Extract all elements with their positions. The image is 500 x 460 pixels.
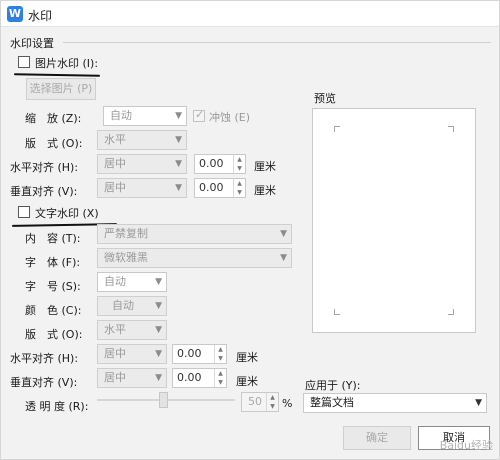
watermark-overlay: Baidu经验 xyxy=(439,439,493,452)
transparency-unit: % xyxy=(282,397,293,410)
pen-underline-1 xyxy=(13,73,101,77)
picture-halign-label: 水平对齐 (H): xyxy=(10,161,79,174)
text-halign-label: 水平对齐 (H): xyxy=(10,352,79,365)
wps-app-icon: W xyxy=(7,6,23,22)
picture-watermark-checkbox[interactable] xyxy=(18,56,30,68)
chevron-down-icon: ▼ xyxy=(155,373,162,383)
color-select[interactable]: 自动 ▼ xyxy=(97,296,167,316)
picture-valign-unit: 厘米 xyxy=(254,184,276,197)
spinner-arrows-icon[interactable]: ▲ ▼ xyxy=(266,393,278,411)
chevron-down-icon: ▼ xyxy=(155,349,162,359)
text-layout-label: 版 式 (O): xyxy=(25,328,83,341)
picture-valign-offset-value: 0.00 xyxy=(199,181,224,194)
text-layout-value: 水平 xyxy=(104,323,126,336)
text-valign-offset-value: 0.00 xyxy=(177,371,202,384)
spinner-arrows-icon[interactable]: ▲ ▼ xyxy=(214,345,226,363)
picture-halign-offset-input[interactable]: 0.00 ▲ ▼ xyxy=(194,154,246,174)
corner-mark-icon xyxy=(448,126,454,132)
size-label: 字 号 (S): xyxy=(25,280,81,293)
font-select[interactable]: 微软雅黑 ▼ xyxy=(97,248,292,268)
text-valign-offset-input[interactable]: 0.00 ▲ ▼ xyxy=(172,368,227,388)
scale-label: 缩 放 (Z): xyxy=(25,112,82,125)
font-label: 字 体 (F): xyxy=(25,256,81,269)
text-halign-offset-value: 0.00 xyxy=(177,347,202,360)
group-label: 水印设置 xyxy=(10,37,54,50)
text-halign-select[interactable]: 居中 ▼ xyxy=(97,344,167,364)
chevron-down-icon: ▼ xyxy=(155,325,162,335)
content-value: 严禁复制 xyxy=(104,227,148,240)
picture-watermark-label: 图片水印 (I): xyxy=(35,57,99,70)
content-select[interactable]: 严禁复制 ▼ xyxy=(97,224,292,244)
washout-checkbox[interactable] xyxy=(193,108,205,122)
text-valign-value: 居中 xyxy=(104,371,126,384)
spinner-arrows-icon[interactable]: ▲ ▼ xyxy=(214,369,226,387)
preview-area xyxy=(312,108,476,333)
corner-mark-icon xyxy=(334,309,340,315)
picture-halign-offset-value: 0.00 xyxy=(199,157,224,170)
color-value: 自动 xyxy=(112,299,134,312)
picture-halign-select[interactable]: 居中 ▼ xyxy=(97,154,187,174)
text-halign-unit: 厘米 xyxy=(236,351,258,364)
washout-label: 冲蚀 (E) xyxy=(209,111,251,124)
transparency-input[interactable]: 50 ▲ ▼ xyxy=(241,392,279,412)
corner-mark-icon xyxy=(334,126,340,132)
chevron-down-icon: ▼ xyxy=(475,398,482,408)
text-watermark-label: 文字水印 (X) xyxy=(35,207,99,220)
color-label: 颜 色 (C): xyxy=(25,304,82,317)
text-halign-offset-input[interactable]: 0.00 ▲ ▼ xyxy=(172,344,227,364)
chevron-down-icon: ▼ xyxy=(280,229,287,239)
chevron-down-icon: ▼ xyxy=(175,111,182,121)
group-divider xyxy=(63,42,491,43)
scale-value: 自动 xyxy=(110,109,132,122)
spinner-arrows-icon[interactable]: ▲ ▼ xyxy=(233,179,245,197)
apply-to-label: 应用于 (Y): xyxy=(305,379,361,392)
picture-valign-offset-input[interactable]: 0.00 ▲ ▼ xyxy=(194,178,246,198)
text-halign-value: 居中 xyxy=(104,347,126,360)
corner-mark-icon xyxy=(448,309,454,315)
picture-layout-value: 水平 xyxy=(104,133,126,146)
text-watermark-checkbox[interactable] xyxy=(18,206,30,218)
chevron-down-icon: ▼ xyxy=(155,301,162,311)
text-valign-unit: 厘米 xyxy=(236,375,258,388)
font-value: 微软雅黑 xyxy=(104,251,148,264)
chevron-down-icon: ▼ xyxy=(175,159,182,169)
chevron-down-icon: ▼ xyxy=(175,183,182,193)
transparency-value: 50 xyxy=(248,395,262,408)
picture-halign-unit: 厘米 xyxy=(254,160,276,173)
text-valign-select[interactable]: 居中 ▼ xyxy=(97,368,167,388)
transparency-label: 透 明 度 (R): xyxy=(25,400,89,413)
picture-layout-label: 版 式 (O): xyxy=(25,137,83,150)
picture-valign-value: 居中 xyxy=(104,181,126,194)
apply-to-value: 整篇文档 xyxy=(310,396,354,409)
preview-label: 预览 xyxy=(314,92,336,105)
ok-button[interactable]: 确定 xyxy=(343,426,411,450)
picture-layout-select[interactable]: 水平 ▼ xyxy=(97,130,187,150)
spinner-arrows-icon[interactable]: ▲ ▼ xyxy=(233,155,245,173)
text-valign-label: 垂直对齐 (V): xyxy=(10,376,78,389)
chevron-down-icon: ▼ xyxy=(175,135,182,145)
picture-halign-value: 居中 xyxy=(104,157,126,170)
picture-valign-label: 垂直对齐 (V): xyxy=(10,185,78,198)
watermark-dialog: W 水印 水印设置 图片水印 (I): 选择图片 (P) 缩 放 (Z): 自动… xyxy=(0,0,500,460)
content-label: 内 容 (T): xyxy=(25,232,81,245)
text-layout-select[interactable]: 水平 ▼ xyxy=(97,320,167,340)
transparency-slider-thumb[interactable] xyxy=(159,392,168,408)
select-picture-button[interactable]: 选择图片 (P) xyxy=(26,78,96,100)
chevron-down-icon: ▼ xyxy=(155,277,162,287)
title-bar: W 水印 xyxy=(1,1,499,27)
picture-valign-select[interactable]: 居中 ▼ xyxy=(97,178,187,198)
window-title: 水印 xyxy=(28,9,53,23)
chevron-down-icon: ▼ xyxy=(280,253,287,263)
scale-select[interactable]: 自动 ▼ xyxy=(103,106,187,126)
size-value: 自动 xyxy=(104,275,126,288)
apply-to-select[interactable]: 整篇文档 ▼ xyxy=(303,393,487,413)
size-select[interactable]: 自动 ▼ xyxy=(97,272,167,292)
